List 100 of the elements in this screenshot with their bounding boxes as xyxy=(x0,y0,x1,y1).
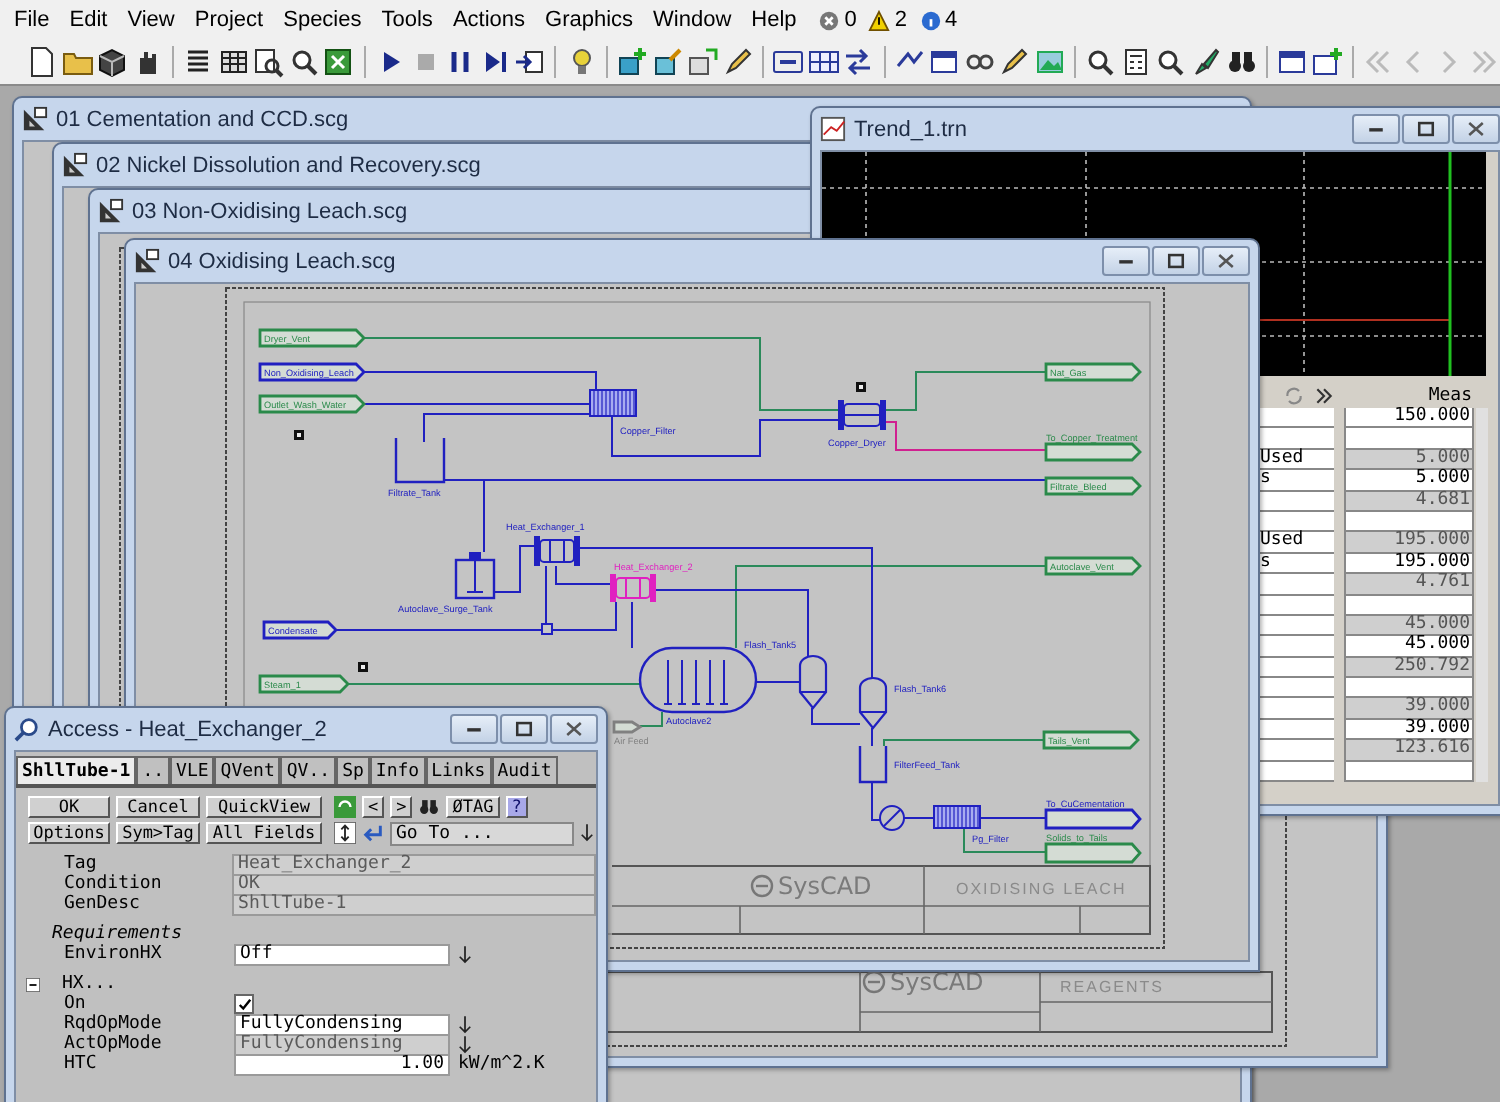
menu-item[interactable]: Species xyxy=(273,8,372,32)
close-button[interactable] xyxy=(1452,114,1500,144)
flash-tank-icon[interactable] xyxy=(858,676,888,730)
menu-item[interactable]: Actions xyxy=(442,8,536,32)
filter-icon[interactable] xyxy=(589,389,637,417)
close-button[interactable] xyxy=(550,714,598,744)
close-button[interactable] xyxy=(1202,246,1250,276)
previous-button[interactable]: < xyxy=(362,796,385,818)
brush-icon[interactable] xyxy=(1189,45,1223,79)
maximize-button[interactable] xyxy=(1152,246,1200,276)
menu-item[interactable]: Window xyxy=(643,8,742,32)
value-field[interactable]: 39.000 xyxy=(1344,719,1474,741)
value-field[interactable]: 45.000 xyxy=(1344,636,1474,658)
calculator-icon[interactable] xyxy=(1119,45,1153,79)
minimize-button[interactable] xyxy=(1102,246,1150,276)
tag-button[interactable]: ØTAG xyxy=(446,796,500,818)
pencil-icon[interactable] xyxy=(998,45,1032,79)
spreadsheet-icon[interactable] xyxy=(322,45,356,79)
refresh-icon[interactable] xyxy=(334,796,356,818)
search-icon[interactable] xyxy=(1084,45,1118,79)
value-field[interactable]: 39.000 xyxy=(1344,698,1474,720)
dialog-button[interactable]: Options xyxy=(28,822,110,844)
tab[interactable]: Links xyxy=(425,756,492,784)
page-arrow-icon[interactable] xyxy=(513,45,547,79)
value-field[interactable]: 195.000 xyxy=(1344,553,1474,575)
search-icon[interactable] xyxy=(287,45,321,79)
menu-item[interactable]: View xyxy=(117,8,185,32)
value-field[interactable]: 5.000 xyxy=(1344,470,1474,492)
down-arrow-icon[interactable] xyxy=(458,1035,472,1053)
value-field[interactable] xyxy=(1344,428,1474,450)
minimize-button[interactable] xyxy=(1352,114,1400,144)
dialog-button[interactable]: All Fields xyxy=(206,822,322,844)
dialog-button[interactable]: Sym>Tag xyxy=(116,822,200,844)
value-field[interactable] xyxy=(1344,595,1474,616)
value-field[interactable]: 123.616 xyxy=(1344,740,1474,762)
value-field[interactable]: 195.000 xyxy=(1344,532,1474,554)
menu-item[interactable]: File xyxy=(4,8,60,32)
next-button[interactable]: > xyxy=(390,796,413,818)
value-field[interactable]: 5.000 xyxy=(1344,449,1474,471)
arrows-icon[interactable] xyxy=(842,45,876,79)
binoculars-icon[interactable] xyxy=(418,796,441,818)
window-icon[interactable] xyxy=(928,45,962,79)
tab[interactable]: QVent xyxy=(214,756,281,784)
menu-item[interactable]: Graphics xyxy=(535,8,644,32)
dropdown-field[interactable]: FullyCondensing xyxy=(234,1013,450,1035)
down-arrow-icon[interactable] xyxy=(458,945,472,963)
menu-item[interactable]: Help xyxy=(741,8,807,32)
tab[interactable]: Audit xyxy=(491,756,558,784)
down-arrow-icon[interactable] xyxy=(580,824,594,842)
flash-tank-icon[interactable] xyxy=(798,654,828,710)
dropdown-field[interactable]: Off xyxy=(234,943,450,965)
maximize-button[interactable] xyxy=(1402,114,1450,144)
dialog-button[interactable]: QuickView xyxy=(206,796,322,818)
go-to-dropdown[interactable]: Go To ... xyxy=(390,821,574,845)
dialog-button[interactable]: Cancel xyxy=(116,796,200,818)
search-icon[interactable] xyxy=(1154,45,1188,79)
menu-item[interactable]: Edit xyxy=(59,8,118,32)
cube-icon[interactable] xyxy=(96,45,130,79)
value-field[interactable]: 150.000 xyxy=(1344,408,1474,429)
table-icon[interactable] xyxy=(806,45,840,79)
value-field[interactable]: 250.792 xyxy=(1344,657,1474,679)
up-down-arrow-icon[interactable] xyxy=(334,822,356,844)
menu-item[interactable]: Project xyxy=(184,8,274,32)
window-icon[interactable] xyxy=(1275,45,1309,79)
tab[interactable]: Info xyxy=(369,756,426,784)
value-field[interactable] xyxy=(1344,678,1474,699)
collapse-icon[interactable] xyxy=(26,977,40,991)
value-field[interactable]: 4.681 xyxy=(1344,491,1474,512)
grid-icon[interactable] xyxy=(217,45,251,79)
tab[interactable]: Sp xyxy=(336,756,370,784)
minimize-button[interactable] xyxy=(450,714,498,744)
down-arrow-icon[interactable] xyxy=(458,1015,472,1033)
node-edit-icon[interactable] xyxy=(650,45,684,79)
value-field[interactable]: 4.761 xyxy=(1344,574,1474,596)
pencil-icon[interactable] xyxy=(720,45,754,79)
menu-item[interactable]: Tools xyxy=(371,8,443,32)
tab[interactable]: ShllTube-1 xyxy=(16,756,137,784)
tab[interactable]: .. xyxy=(136,756,171,784)
node-plus-icon[interactable] xyxy=(615,45,649,79)
page-search-icon[interactable] xyxy=(252,45,286,79)
filter-icon[interactable] xyxy=(933,805,981,829)
dryer-icon[interactable] xyxy=(838,400,886,430)
maximize-button[interactable] xyxy=(500,714,548,744)
value-field[interactable] xyxy=(1344,761,1474,783)
tab[interactable]: QV.. xyxy=(280,756,337,784)
tank-icon[interactable] xyxy=(858,746,888,784)
help-button[interactable]: ? xyxy=(505,796,528,818)
agitated-tank-icon[interactable] xyxy=(454,552,496,600)
input-field[interactable]: 1.00 xyxy=(234,1053,450,1075)
autoclave-icon[interactable] xyxy=(638,646,758,714)
tank-icon[interactable] xyxy=(394,438,446,484)
heat-exchanger-icon[interactable] xyxy=(534,536,580,566)
dialog-button[interactable]: OK xyxy=(28,796,110,818)
return-arrow-icon[interactable] xyxy=(362,822,384,844)
tab[interactable]: VLE xyxy=(170,756,215,784)
node-arrow-icon[interactable] xyxy=(685,45,719,79)
value-field[interactable]: 45.000 xyxy=(1344,615,1474,637)
value-field[interactable] xyxy=(1344,511,1474,533)
double-right-chevron-icon[interactable] xyxy=(1314,385,1334,405)
checkbox[interactable] xyxy=(234,994,254,1014)
